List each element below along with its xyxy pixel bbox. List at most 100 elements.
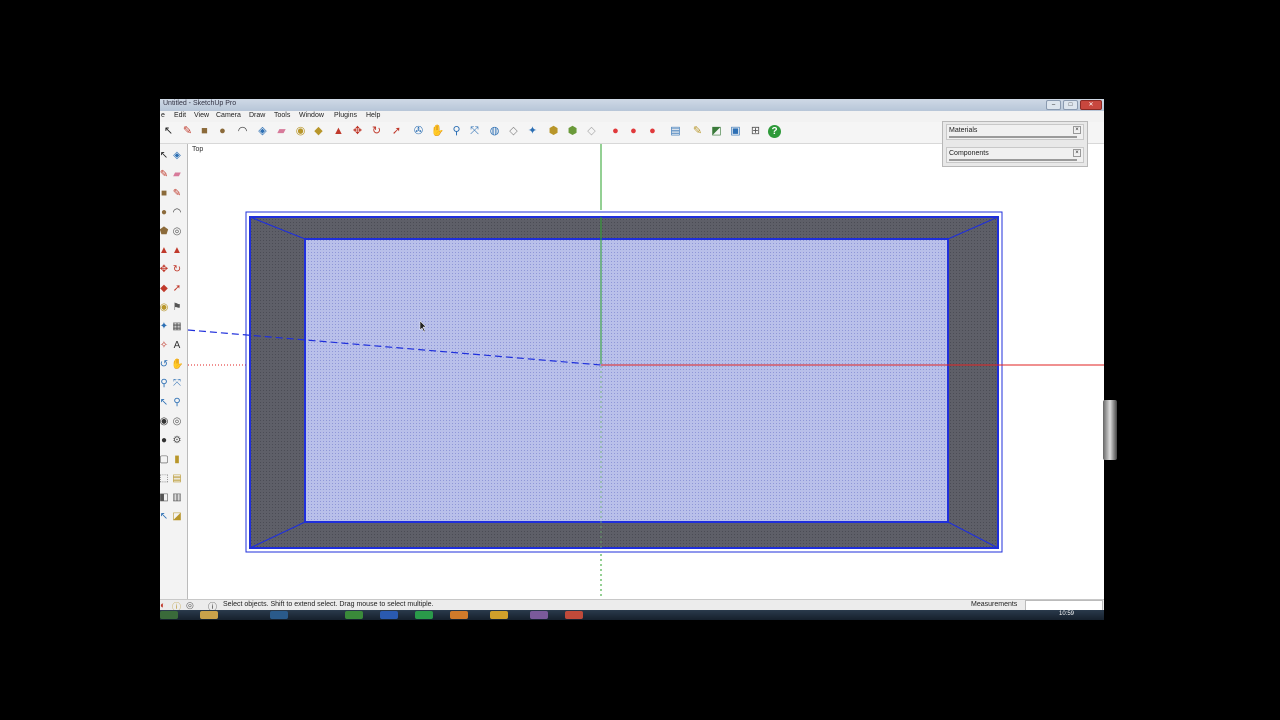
help-tool-icon[interactable]: ?: [768, 125, 781, 138]
left-tool-12-1-icon[interactable]: ⤧: [171, 378, 183, 390]
make-component-tool-icon[interactable]: ◈: [256, 125, 269, 138]
taskbar-app-icon-3[interactable]: [450, 611, 468, 619]
left-tool-19-0-icon[interactable]: ↖: [160, 511, 170, 523]
start-button[interactable]: [160, 611, 178, 619]
taskbar-app-icon-5[interactable]: [530, 611, 548, 619]
left-tool-19-1-icon[interactable]: ◪: [171, 511, 183, 523]
left-tool-10-0-icon[interactable]: ✧: [160, 340, 170, 352]
get-models-tool-icon[interactable]: ◍: [488, 125, 501, 138]
left-tool-9-0-icon[interactable]: ✦: [160, 321, 170, 333]
left-tool-0-0-icon[interactable]: ↖: [160, 150, 170, 162]
section-tool-icon[interactable]: ▣: [729, 125, 742, 138]
left-tool-13-1-icon[interactable]: ⚲: [171, 397, 183, 409]
push-pull-tool-icon[interactable]: ▲: [332, 125, 345, 138]
taskbar-folder-icon[interactable]: [200, 611, 218, 619]
left-tool-2-0-icon[interactable]: ■: [160, 188, 170, 200]
left-tool-7-0-icon[interactable]: ◆: [160, 283, 170, 295]
left-tool-18-1-icon[interactable]: ▥: [171, 492, 183, 504]
materials-panel[interactable]: Materials ×: [946, 124, 1084, 140]
minimize-button[interactable]: –: [1046, 100, 1061, 110]
share-model-tool-icon[interactable]: ◇: [507, 125, 520, 138]
eraser-tool-icon[interactable]: ▰: [275, 125, 288, 138]
taskbar-app-icon[interactable]: [270, 611, 288, 619]
taskbar-excel-icon[interactable]: [415, 611, 433, 619]
select-tool-icon[interactable]: ↖: [162, 125, 175, 138]
left-tool-5-1-icon[interactable]: ▲: [171, 245, 183, 257]
taskbar-app-icon-4[interactable]: [490, 611, 508, 619]
layout-tool-icon[interactable]: ▤: [669, 125, 682, 138]
left-tool-5-0-icon[interactable]: ▲: [160, 245, 170, 257]
left-tool-17-0-icon[interactable]: ⬚: [160, 473, 170, 485]
left-tool-2-1-icon[interactable]: ✎: [171, 188, 183, 200]
menu-edit[interactable]: Edit: [174, 112, 186, 119]
left-tool-9-1-icon[interactable]: ▦: [171, 321, 183, 333]
photo-textures-tool-icon[interactable]: ⬢: [566, 125, 579, 138]
left-tool-10-1-icon[interactable]: A: [171, 340, 183, 352]
taskbar-app-icon-2[interactable]: [345, 611, 363, 619]
move-tool-icon[interactable]: ✥: [351, 125, 364, 138]
circle-tool-icon[interactable]: ●: [216, 125, 229, 138]
left-tool-3-0-icon[interactable]: ●: [160, 207, 170, 219]
left-tool-6-0-icon[interactable]: ✥: [160, 264, 170, 276]
menu-tools[interactable]: Tools: [274, 112, 290, 119]
left-tool-4-0-icon[interactable]: ⬟: [160, 226, 170, 238]
left-tool-11-0-icon[interactable]: ↺: [160, 359, 170, 371]
left-tool-15-1-icon[interactable]: ⚙: [171, 435, 183, 447]
left-tool-1-1-icon[interactable]: ▰: [171, 169, 183, 181]
left-tool-11-1-icon[interactable]: ✋: [171, 359, 183, 371]
left-tool-17-1-icon[interactable]: ▤: [171, 473, 183, 485]
menu-draw[interactable]: Draw: [249, 112, 265, 119]
left-tool-18-0-icon[interactable]: ◧: [160, 492, 170, 504]
menu-camera[interactable]: Camera: [216, 112, 241, 119]
menu-window[interactable]: Window: [299, 112, 324, 119]
record-red-3-icon[interactable]: ●: [646, 125, 659, 138]
paint-bucket-tool-icon[interactable]: ◆: [312, 125, 325, 138]
pan-tool-icon[interactable]: ✋: [431, 125, 445, 138]
warehouse-tool-icon[interactable]: ⬢: [547, 125, 560, 138]
taskbar-sketchup-icon[interactable]: [565, 611, 583, 619]
arc-tool-icon[interactable]: ◠: [236, 125, 249, 138]
components-panel[interactable]: Components ×: [946, 147, 1084, 163]
left-tool-8-1-icon[interactable]: ⚑: [171, 302, 183, 314]
left-tool-0-1-icon[interactable]: ◈: [171, 150, 183, 162]
drawing-viewport[interactable]: Top: [188, 144, 1104, 600]
rotate-tool-icon[interactable]: ↻: [370, 125, 383, 138]
left-tool-13-0-icon[interactable]: ↖: [160, 397, 170, 409]
left-tool-4-1-icon[interactable]: ◎: [171, 226, 183, 238]
orbit-tool-icon[interactable]: ✇: [412, 125, 425, 138]
follow-me-tool-icon[interactable]: ➚: [390, 125, 403, 138]
record-red-2-icon[interactable]: ●: [627, 125, 640, 138]
left-tool-3-1-icon[interactable]: ◠: [171, 207, 183, 219]
menu-file[interactable]: e: [161, 112, 165, 119]
zoom-extents-tool-icon[interactable]: ⤧: [468, 125, 481, 138]
left-tool-12-0-icon[interactable]: ⚲: [160, 378, 170, 390]
menu-help[interactable]: Help: [366, 112, 380, 119]
menu-view[interactable]: View: [194, 112, 209, 119]
left-tool-6-1-icon[interactable]: ↻: [171, 264, 183, 276]
geo-icon[interactable]: ◐: [160, 600, 165, 610]
maximize-button[interactable]: □: [1063, 100, 1078, 110]
materials-close-icon[interactable]: ×: [1073, 126, 1081, 134]
left-tool-8-0-icon[interactable]: ◉: [160, 302, 170, 314]
components-close-icon[interactable]: ×: [1073, 149, 1081, 157]
settings-tool-icon[interactable]: ⊞: [749, 125, 762, 138]
left-tool-1-0-icon[interactable]: ✎: [160, 169, 170, 181]
style-tool-icon[interactable]: ✎: [691, 125, 704, 138]
left-tool-16-1-icon[interactable]: ▮: [171, 454, 183, 466]
left-tool-14-0-icon[interactable]: ◉: [160, 416, 170, 428]
rectangle-tool-icon[interactable]: ■: [198, 125, 211, 138]
line-tool-icon[interactable]: ✎: [181, 125, 194, 138]
get-photo-texture-tool-icon[interactable]: ✦: [526, 125, 539, 138]
left-tool-15-0-icon[interactable]: ●: [160, 435, 170, 447]
extension-tool-icon[interactable]: ◇: [585, 125, 598, 138]
menu-plugins[interactable]: Plugins: [334, 112, 357, 119]
left-tool-14-1-icon[interactable]: ◎: [171, 416, 183, 428]
record-red-1-icon[interactable]: ●: [609, 125, 622, 138]
zoom-tool-icon[interactable]: ⚲: [450, 125, 463, 138]
left-tool-7-1-icon[interactable]: ➚: [171, 283, 183, 295]
tape-measure-tool-icon[interactable]: ◉: [294, 125, 307, 138]
scene-tool-icon[interactable]: ◩: [710, 125, 723, 138]
close-button[interactable]: ✕: [1080, 100, 1102, 110]
left-tool-16-0-icon[interactable]: ▢: [160, 454, 170, 466]
taskbar-word-icon[interactable]: [380, 611, 398, 619]
